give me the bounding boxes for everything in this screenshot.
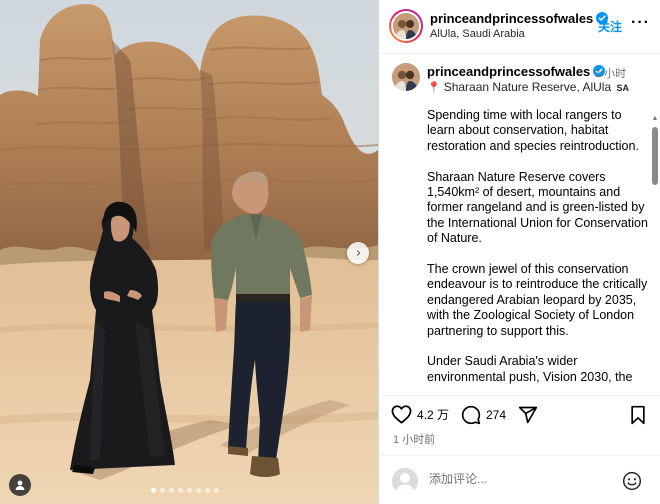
chevron-right-icon: › <box>355 245 362 261</box>
caption-paragraph: Spending time with local rangers to lear… <box>427 108 639 153</box>
carousel-indicator <box>151 488 219 493</box>
paper-plane-icon[interactable] <box>518 405 538 425</box>
location-pin-icon: 📍 <box>427 82 441 94</box>
smiley-icon[interactable] <box>622 471 642 491</box>
scroll-up-arrow-icon[interactable]: ▲ <box>651 115 659 123</box>
carousel-dot <box>169 488 174 493</box>
caption-paragraph: The crown jewel of this conservation end… <box>427 262 648 338</box>
bookmark-icon[interactable] <box>629 405 647 425</box>
carousel-dot <box>151 488 156 493</box>
location-flag: SA <box>616 83 629 93</box>
photo-scene <box>0 0 378 504</box>
comment-input[interactable] <box>429 472 609 486</box>
post-side-panel: princeandprincessofwales 关注 AlUla, Saudi… <box>378 0 660 504</box>
caption-scrollbar[interactable]: ▲ ▼ <box>651 115 659 395</box>
comment-count[interactable]: 274 <box>486 408 506 422</box>
post-header: princeandprincessofwales 关注 AlUla, Saudi… <box>379 0 660 54</box>
heart-icon[interactable] <box>391 405 412 424</box>
caption-location-text: Sharaan Nature Reserve, AlUla <box>443 80 612 94</box>
caption-text: Spending time with local rangers to lear… <box>427 108 649 395</box>
comment-composer <box>379 455 660 504</box>
comment-bubble-icon[interactable] <box>461 405 481 425</box>
posted-time: 1 小时前 <box>393 434 436 446</box>
like-count[interactable]: 4.2 万 <box>417 406 449 423</box>
caption-author-avatar[interactable] <box>392 63 420 91</box>
carousel-dot <box>196 488 201 493</box>
post-location[interactable]: AlUla, Saudi Arabia <box>430 28 525 40</box>
share-action[interactable] <box>518 405 538 425</box>
carousel-dot <box>187 488 192 493</box>
caption-paragraph: Sharaan Nature Reserve covers 1,540km² o… <box>427 169 648 246</box>
user-silhouette-icon <box>15 480 25 490</box>
caption-location[interactable]: 📍 Sharaan Nature Reserve, AlUla SA <box>427 80 629 94</box>
carousel-dot <box>178 488 183 493</box>
like-action[interactable]: 4.2 万 <box>391 405 449 424</box>
carousel-dot <box>160 488 165 493</box>
current-user-avatar <box>392 468 418 494</box>
post-actions: 4.2 万 274 1 小时前 <box>379 395 660 455</box>
carousel-dot <box>214 488 219 493</box>
caption-username[interactable]: princeandprincessofwales <box>427 64 606 79</box>
more-options-button[interactable]: ··· <box>631 14 650 32</box>
caption-timestamp: 1 小时 <box>595 68 627 80</box>
follow-button[interactable]: 关注 <box>598 18 622 35</box>
save-action[interactable] <box>629 405 647 425</box>
caption-paragraph: Under Saudi Arabia's wider environmental… <box>427 354 633 384</box>
author-username[interactable]: princeandprincessofwales <box>430 11 609 26</box>
scrollbar-thumb[interactable] <box>652 127 658 185</box>
author-avatar[interactable] <box>389 9 423 43</box>
post-photo[interactable]: › <box>0 0 378 504</box>
emoji-button[interactable] <box>622 471 642 496</box>
carousel-dot <box>205 488 210 493</box>
caption-section: princeandprincessofwales 1 小时 📍 Sharaan N… <box>379 55 660 395</box>
next-photo-button[interactable]: › <box>347 242 369 264</box>
comment-action[interactable]: 274 <box>461 405 506 425</box>
tagged-users-button[interactable] <box>9 474 31 496</box>
